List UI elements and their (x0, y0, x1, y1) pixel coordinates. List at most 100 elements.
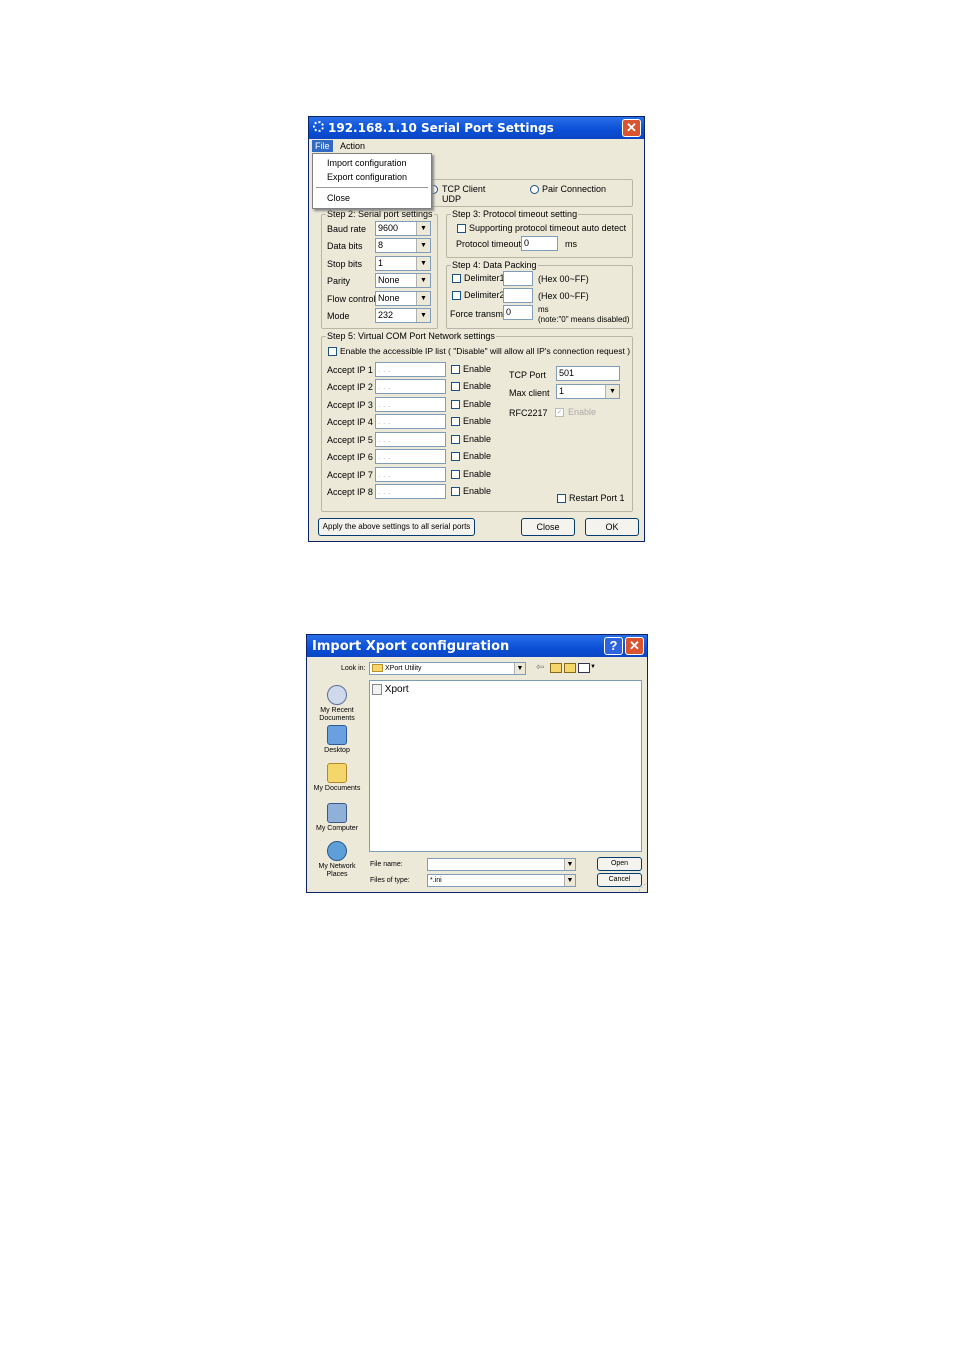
import-configuration-menu-item[interactable]: Import configuration (313, 156, 431, 170)
delimiter2-checkbox[interactable] (452, 291, 461, 300)
step2-legend: Step 2: Serial port settings (326, 209, 434, 219)
serial-settings-window: 192.168.1.10 Serial Port Settings ✕ File… (308, 116, 645, 542)
auto-detect-label: Supporting protocol timeout auto detect (469, 223, 627, 233)
places-bar: My Recent Documents Desktop My Documents… (307, 681, 367, 881)
chevron-down-icon[interactable]: ▼ (590, 664, 596, 670)
import-dialog-titlebar[interactable]: Import Xport configuration ? ✕ (307, 635, 647, 657)
max-client-select[interactable]: 1 ▼ (556, 384, 620, 399)
accept-ip-enable-checkbox[interactable] (451, 400, 460, 409)
accept-ip-label: Accept IP 7 (327, 470, 373, 480)
place-my-recent-documents[interactable]: My Recent Documents (307, 685, 367, 723)
accept-ip-enable-checkbox[interactable] (451, 487, 460, 496)
recent-documents-icon (327, 685, 347, 705)
place-my-computer[interactable]: My Computer (307, 803, 367, 833)
accept-ip-input[interactable]: . . . (375, 397, 446, 412)
accept-ip-enable-checkbox[interactable] (451, 365, 460, 374)
my-computer-icon (327, 803, 347, 823)
up-folder-icon[interactable] (550, 663, 562, 673)
accept-ip-enable-label: Enable (463, 451, 492, 461)
file-menu-dropdown: Import configuration Export configuratio… (312, 153, 432, 209)
place-my-network-places[interactable]: My Network Places (307, 841, 367, 879)
accept-ip-input[interactable]: . . . (375, 362, 446, 377)
stop-bits-select[interactable]: 1 ▼ (375, 256, 431, 271)
accept-ip-enable-checkbox[interactable] (451, 470, 460, 479)
back-icon[interactable]: ⇦ (536, 662, 544, 673)
chevron-down-icon: ▼ (514, 663, 525, 674)
new-folder-icon[interactable] (564, 663, 576, 673)
data-bits-select[interactable]: 8 ▼ (375, 238, 431, 253)
delimiter2-input[interactable] (503, 288, 533, 303)
file-name-input[interactable]: ▼ (427, 858, 576, 871)
close-icon[interactable]: ✕ (622, 119, 641, 137)
files-of-type-select[interactable]: *.ini ▼ (427, 874, 576, 887)
file-list[interactable]: Xport (369, 680, 642, 852)
files-of-type-label: Files of type: (370, 877, 410, 884)
place-my-documents[interactable]: My Documents (307, 763, 367, 793)
ip-list-checkbox[interactable] (328, 347, 337, 356)
cancel-button[interactable]: Cancel (597, 873, 642, 887)
tcp-port-label: TCP Port (509, 370, 546, 380)
window-title: 192.168.1.10 Serial Port Settings (328, 121, 554, 135)
tcp-port-input[interactable]: 501 (556, 366, 620, 381)
accept-ip-enable-checkbox[interactable] (451, 417, 460, 426)
close-button[interactable]: Close (521, 518, 575, 536)
place-desktop[interactable]: Desktop (307, 725, 367, 755)
pair-connection-radio[interactable] (530, 185, 539, 194)
accept-ip-input[interactable]: . . . (375, 484, 446, 499)
accept-ip-enable-label: Enable (463, 416, 492, 426)
open-button[interactable]: Open (597, 857, 642, 871)
menu-file[interactable]: File (312, 140, 333, 152)
accept-ip-enable-label: Enable (463, 399, 492, 409)
accept-ip-input[interactable]: . . . (375, 432, 446, 447)
data-bits-label: Data bits (327, 241, 363, 251)
resize-grip-icon[interactable]: ⋰ (638, 883, 646, 892)
accept-ip-enable-checkbox[interactable] (451, 435, 460, 444)
force-transmit-input[interactable]: 0 (503, 305, 533, 320)
import-dialog-window: Import Xport configuration ? ✕ Look in: … (306, 634, 648, 893)
baud-rate-label: Baud rate (327, 224, 367, 234)
export-configuration-menu-item[interactable]: Export configuration (313, 170, 431, 184)
delimiter2-hex-hint: (Hex 00~FF) (538, 291, 589, 301)
chevron-down-icon: ▼ (416, 257, 430, 270)
accept-ip-enable-label: Enable (463, 434, 492, 444)
folder-icon (372, 664, 383, 673)
accept-ip-enable-checkbox[interactable] (451, 382, 460, 391)
serial-settings-titlebar[interactable]: 192.168.1.10 Serial Port Settings ✕ (309, 117, 644, 139)
ok-button[interactable]: OK (585, 518, 639, 536)
delimiter1-input[interactable] (503, 271, 533, 286)
look-in-select[interactable]: XPort Utility ▼ (369, 662, 526, 675)
chevron-down-icon: ▼ (416, 309, 430, 322)
accept-ip-label: Accept IP 2 (327, 382, 373, 392)
force-transmit-note: (note:"0" means disabled) (538, 315, 630, 324)
accept-ip-label: Accept IP 4 (327, 417, 373, 427)
flow-control-select[interactable]: None ▼ (375, 291, 431, 306)
list-item[interactable]: Xport (372, 684, 409, 695)
chevron-down-icon: ▼ (416, 239, 430, 252)
close-menu-item[interactable]: Close (313, 191, 431, 205)
protocol-timeout-input[interactable]: 0 (521, 236, 558, 251)
view-menu-icon[interactable] (578, 663, 590, 673)
help-icon[interactable]: ? (604, 637, 623, 655)
accept-ip-enable-label: Enable (463, 486, 492, 496)
accept-ip-label: Accept IP 6 (327, 452, 373, 462)
restart-port-checkbox[interactable] (557, 494, 566, 503)
accept-ip-input[interactable]: . . . (375, 414, 446, 429)
parity-select[interactable]: None ▼ (375, 273, 431, 288)
mode-select[interactable]: 232 ▼ (375, 308, 431, 323)
rfc2217-checkbox: ✓ (555, 408, 564, 417)
baud-rate-select[interactable]: 9600 ▼ (375, 221, 431, 236)
force-transmit-label: Force transmit (450, 309, 508, 319)
menu-action[interactable]: Action (337, 140, 368, 152)
accept-ip-label: Accept IP 1 (327, 365, 373, 375)
accept-ip-input[interactable]: . . . (375, 449, 446, 464)
apply-all-ports-button[interactable]: Apply the above settings to all serial p… (318, 518, 475, 536)
accept-ip-input[interactable]: . . . (375, 379, 446, 394)
close-icon[interactable]: ✕ (625, 637, 644, 655)
auto-detect-checkbox[interactable] (457, 224, 466, 233)
restart-port-label: Restart Port 1 (569, 493, 625, 503)
accept-ip-input[interactable]: . . . (375, 467, 446, 482)
rfc2217-label: RFC2217 (509, 408, 548, 418)
menu-bar: File Action (309, 139, 644, 153)
accept-ip-enable-checkbox[interactable] (451, 452, 460, 461)
delimiter1-checkbox[interactable] (452, 274, 461, 283)
